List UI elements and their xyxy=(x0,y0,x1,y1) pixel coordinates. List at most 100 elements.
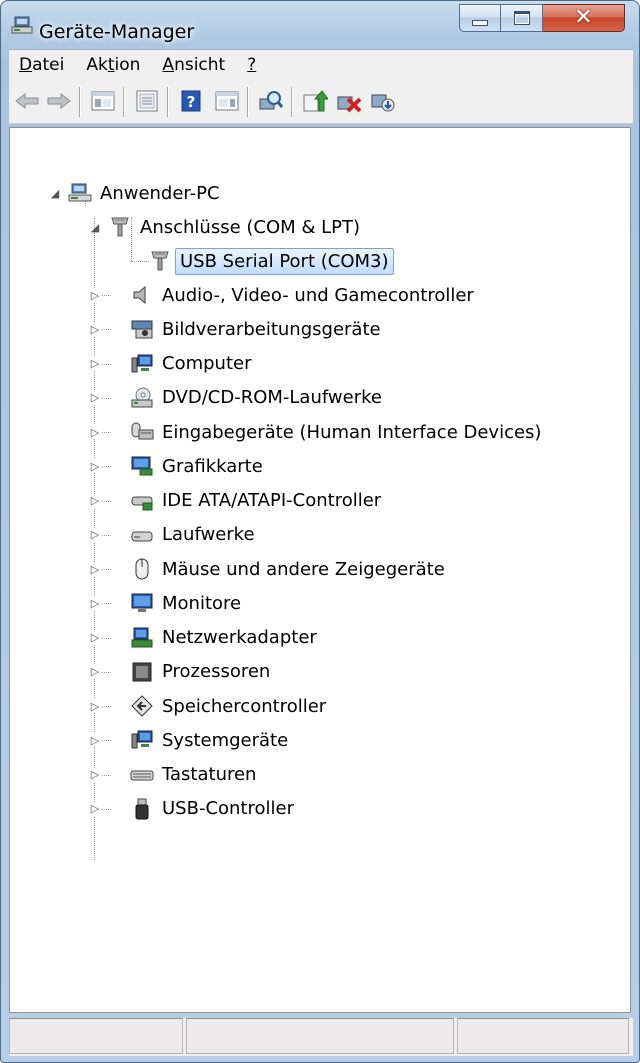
tree-category[interactable]: ▷ Netzwerkadapter xyxy=(88,623,317,653)
toolbar-separator xyxy=(167,87,169,117)
tree-category[interactable]: ▷ Grafikkarte xyxy=(88,451,263,481)
collapsed-arrow-icon[interactable]: ▷ xyxy=(88,801,102,816)
collapsed-arrow-icon[interactable]: ▷ xyxy=(88,425,102,439)
tree-category-label: Grafikkarte xyxy=(162,455,263,477)
collapsed-arrow-icon[interactable]: ▷ xyxy=(88,322,102,337)
tree-category-label: Mäuse und andere Zeigegeräte xyxy=(162,558,445,580)
ide-controller-icon xyxy=(130,489,154,513)
system-device-icon xyxy=(130,728,154,752)
tree-category-label: Audio-, Video- und Gamecontroller xyxy=(162,284,474,306)
tree-category[interactable]: ▷ Tastaturen xyxy=(88,760,256,790)
menu-aktion[interactable]: Aktion xyxy=(76,55,152,75)
tree-category[interactable]: ▷ Systemgeräte xyxy=(88,725,288,755)
maximize-icon xyxy=(513,11,530,25)
disable-device-button[interactable] xyxy=(369,87,397,115)
scan-hardware-icon xyxy=(259,91,284,110)
collapsed-arrow-icon[interactable]: ▷ xyxy=(88,596,102,611)
collapsed-arrow-icon[interactable]: ▷ xyxy=(88,527,102,542)
tree-category[interactable]: ▷ Speichercontroller xyxy=(88,691,326,721)
show-hide-console-tree-button[interactable] xyxy=(89,87,117,115)
tree-category[interactable]: ▷ DVD/CD-ROM-Laufwerke xyxy=(88,383,382,413)
tree-category-label: Anschlüsse (COM & LPT) xyxy=(140,216,361,238)
show-action-pane-button[interactable] xyxy=(213,87,241,115)
close-icon: ✕ xyxy=(574,5,593,30)
toolbar-separator xyxy=(79,87,81,117)
tree-root-label: Anwender-PC xyxy=(100,182,220,204)
dvd-drive-icon xyxy=(130,386,154,410)
port-connector-icon xyxy=(108,215,132,239)
tree-device-label: USB Serial Port (COM3) xyxy=(175,247,394,275)
tree-category[interactable]: ▷ IDE ATA/ATAPI-Controller xyxy=(88,486,381,516)
tree-category-label: Netzwerkadapter xyxy=(162,627,317,648)
tree-category-label: USB-Controller xyxy=(162,798,294,820)
tree-category[interactable]: ▷ Laufwerke xyxy=(88,520,255,550)
menu-help[interactable]: ? xyxy=(237,55,268,75)
tree-category[interactable]: ▷ Audio-, Video- und Gamecontroller xyxy=(88,280,474,310)
collapsed-arrow-icon[interactable]: ▷ xyxy=(88,699,102,713)
close-button[interactable]: ✕ xyxy=(543,4,625,32)
help-book-icon: ? xyxy=(181,90,201,112)
tree-category[interactable]: ▷ Mäuse und andere Zeigegeräte xyxy=(88,554,445,584)
collapsed-arrow-icon[interactable]: ▷ xyxy=(88,356,102,371)
properties-icon xyxy=(136,90,158,112)
tree-category-ports[interactable]: ◢ Anschlüsse (COM & LPT) xyxy=(88,212,360,242)
tree-line xyxy=(131,261,149,262)
tree-category[interactable]: ▷ Prozessoren xyxy=(88,657,270,687)
status-panel xyxy=(9,1018,183,1054)
status-panel xyxy=(457,1018,629,1054)
properties-button[interactable] xyxy=(133,87,161,115)
minimize-button[interactable] xyxy=(459,4,501,32)
maximize-button[interactable] xyxy=(501,4,543,32)
collapsed-arrow-icon[interactable]: ▷ xyxy=(88,459,102,474)
tree-device-usb-serial-port[interactable]: USB Serial Port (COM3) xyxy=(148,246,394,276)
tree-category-label: Computer xyxy=(162,353,252,374)
forward-button[interactable] xyxy=(45,87,73,115)
collapsed-arrow-icon[interactable]: ▷ xyxy=(88,630,102,645)
expanded-arrow-icon[interactable]: ◢ xyxy=(88,220,102,234)
tree-category-label: Eingabegeräte (Human Interface Devices) xyxy=(162,421,542,443)
tree-category-label: Tastaturen xyxy=(162,764,257,785)
port-connector-icon xyxy=(148,249,172,273)
device-manager-icon xyxy=(11,15,33,35)
display-adapter-icon xyxy=(130,454,154,478)
title-bar[interactable]: Geräte-Manager ✕ xyxy=(1,1,639,45)
collapsed-arrow-icon[interactable]: ▷ xyxy=(88,390,102,405)
console-tree-icon xyxy=(91,91,115,111)
uninstall-icon xyxy=(337,96,362,113)
keyboard-icon xyxy=(130,763,154,787)
network-adapter-icon xyxy=(130,626,154,650)
monitor-icon xyxy=(130,591,154,615)
uninstall-button[interactable] xyxy=(335,87,363,115)
tree-category[interactable]: ▷ Bildverarbeitungsgeräte xyxy=(88,314,381,344)
back-button[interactable] xyxy=(13,87,41,115)
collapsed-arrow-icon[interactable]: ▷ xyxy=(88,493,102,508)
computer-icon xyxy=(130,352,154,376)
tree-category[interactable]: ▷ Eingabegeräte (Human Interface Devices) xyxy=(88,417,541,447)
collapsed-arrow-icon[interactable]: ▷ xyxy=(88,767,102,782)
mouse-icon xyxy=(130,557,154,581)
tree-category[interactable]: ▷ USB-Controller xyxy=(88,794,294,824)
minimize-icon xyxy=(472,20,488,26)
menu-datei[interactable]: Datei xyxy=(9,55,76,75)
device-tree[interactable]: ◢ Anwender-PC ◢ Anschlüsse (COM & LPT) U… xyxy=(9,127,631,1013)
tree-root-node[interactable]: ◢ Anwender-PC xyxy=(48,178,220,208)
tree-category[interactable]: ▷ Monitore xyxy=(88,588,241,618)
help-button[interactable]: ? xyxy=(177,87,205,115)
tree-category[interactable]: ▷ Computer xyxy=(88,349,251,379)
storage-controller-icon xyxy=(130,694,154,718)
collapsed-arrow-icon[interactable]: ▷ xyxy=(88,288,102,302)
menu-ansicht[interactable]: Ansicht xyxy=(152,55,237,75)
expanded-arrow-icon[interactable]: ◢ xyxy=(48,186,62,200)
collapsed-arrow-icon[interactable]: ▷ xyxy=(88,664,102,679)
update-driver-button[interactable] xyxy=(301,87,329,115)
processor-icon xyxy=(130,660,154,684)
scan-hardware-button[interactable] xyxy=(257,87,285,115)
collapsed-arrow-icon[interactable]: ▷ xyxy=(88,562,102,576)
tree-category-label: DVD/CD-ROM-Laufwerke xyxy=(162,387,382,409)
back-arrow-icon xyxy=(15,92,39,110)
toolbar-separator xyxy=(291,87,293,117)
toolbar: ? xyxy=(9,79,633,124)
svg-text:?: ? xyxy=(187,93,196,111)
collapsed-arrow-icon[interactable]: ▷ xyxy=(88,733,102,748)
action-pane-icon xyxy=(215,91,239,111)
